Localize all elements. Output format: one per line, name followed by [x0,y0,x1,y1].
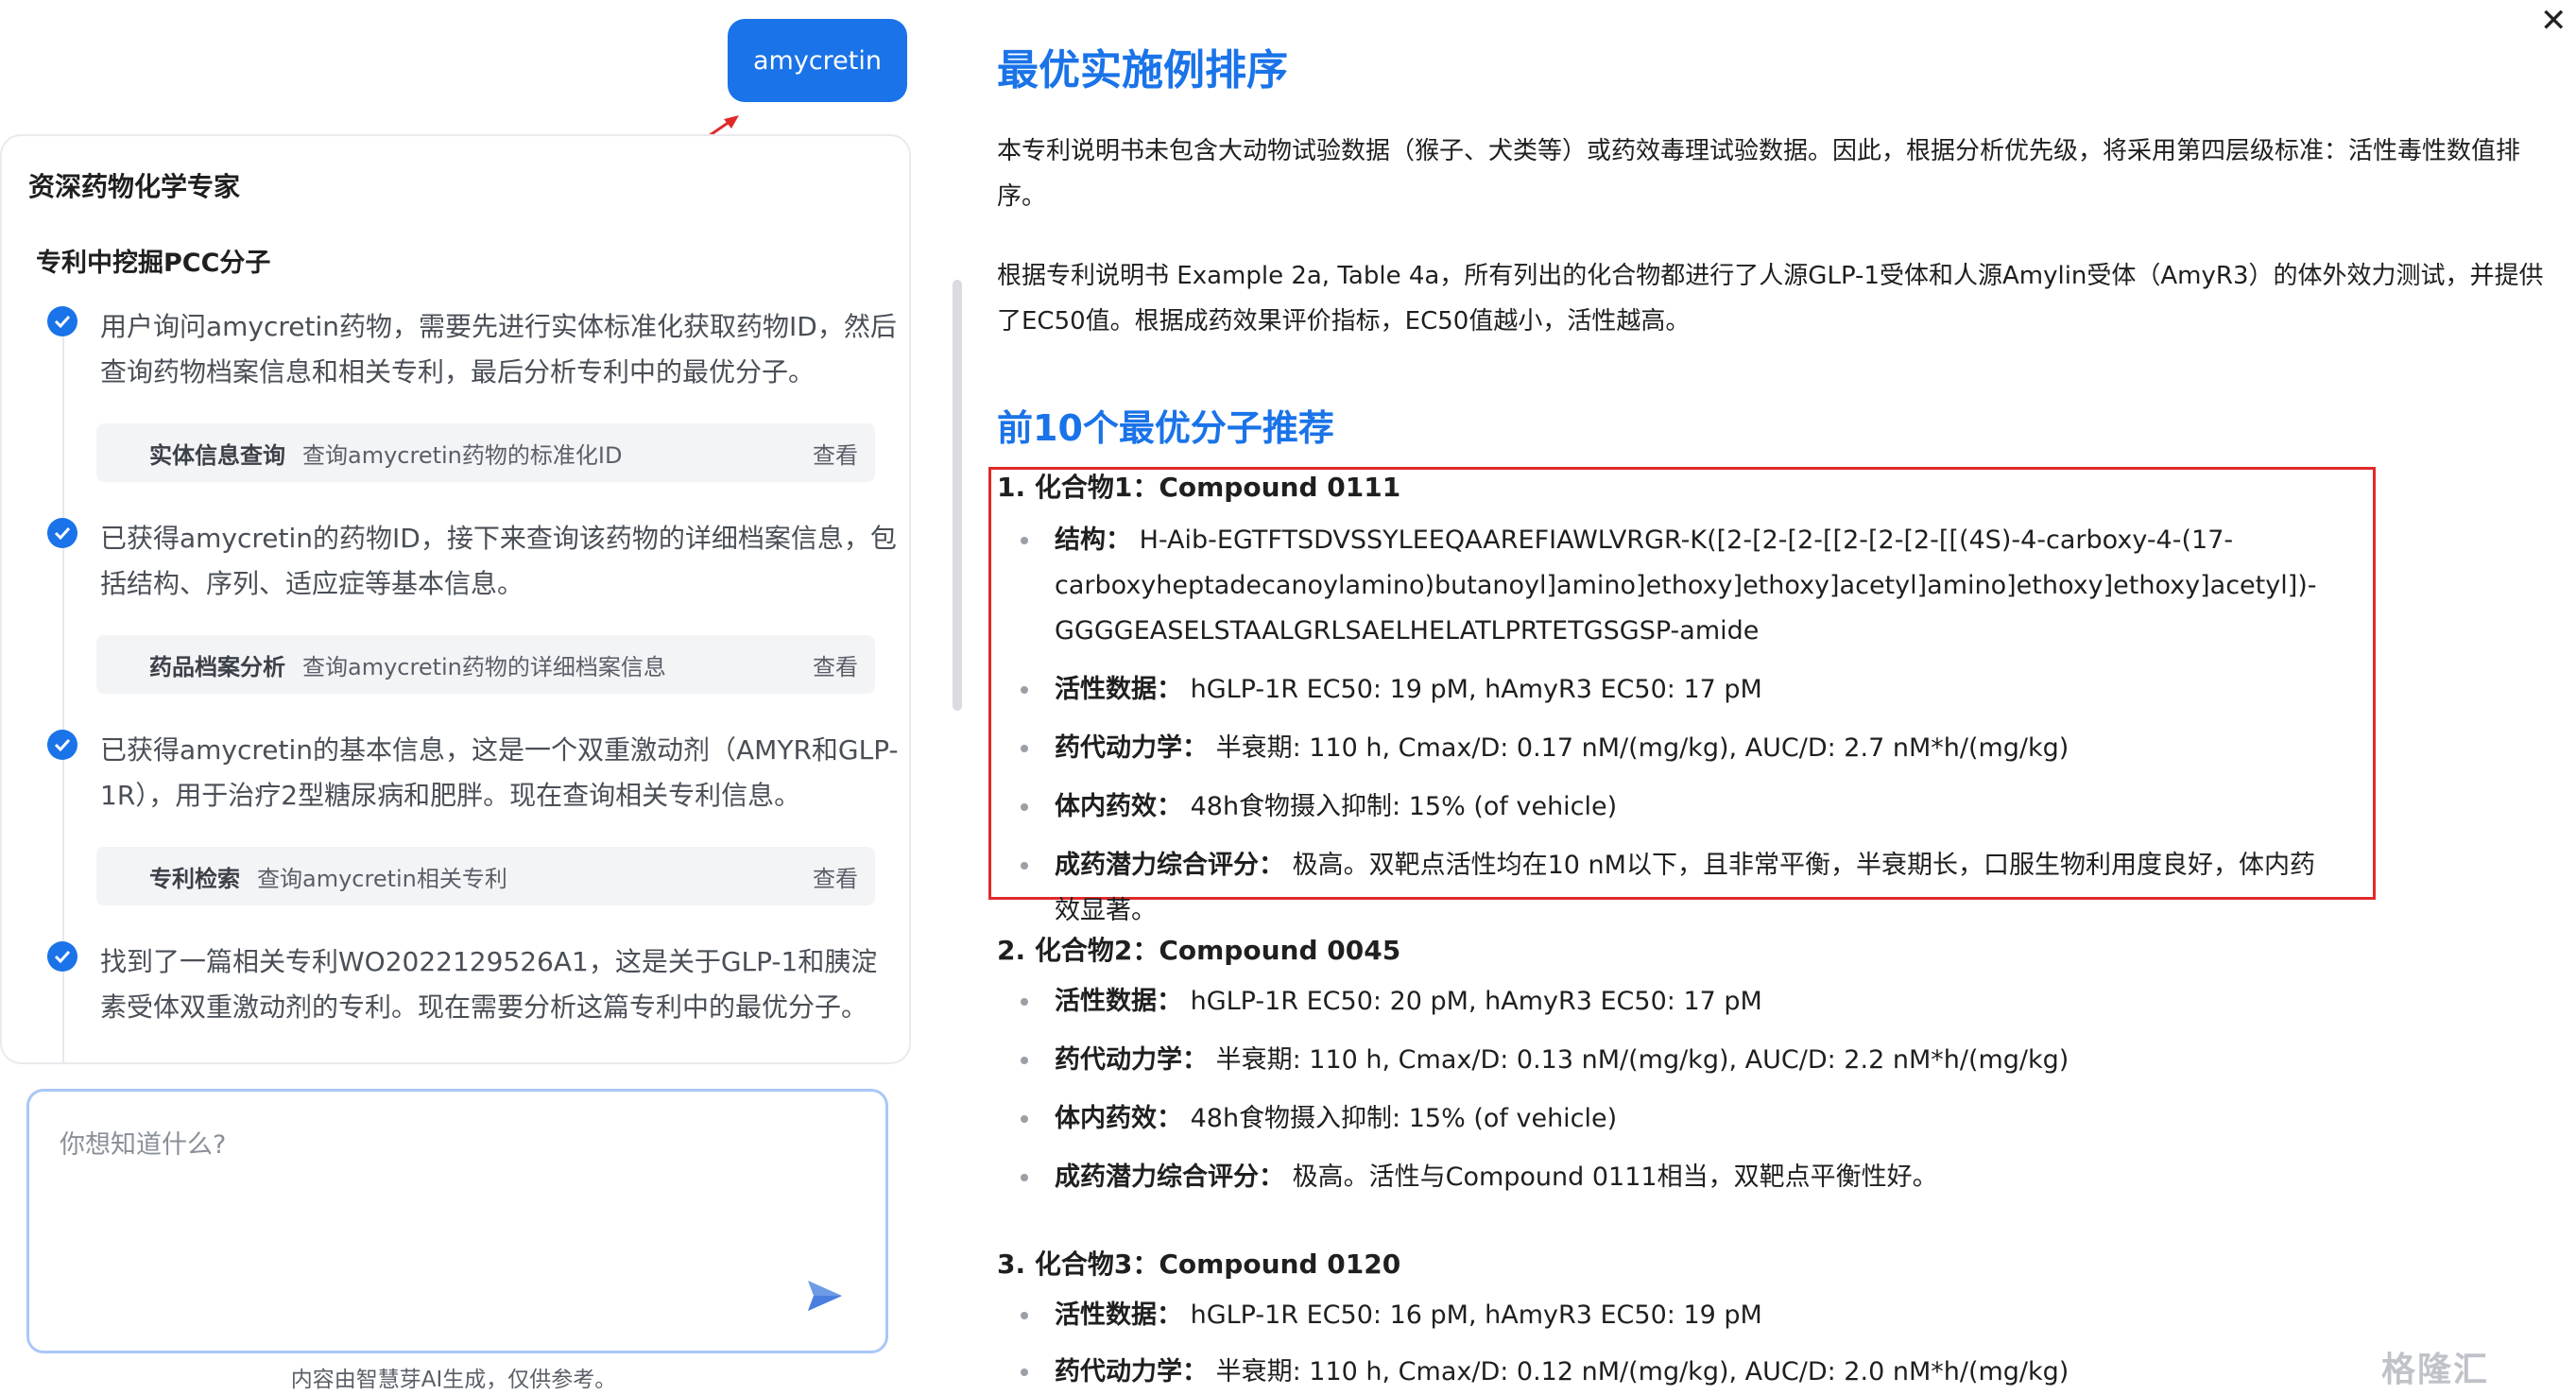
chat-input[interactable]: 你想知道什么? [26,1089,888,1353]
bullet-icon [1021,1057,1028,1064]
item-value: 48h食物摄入抑制: 15% (of vehicle) [1190,1104,1618,1133]
send-icon[interactable] [806,1279,844,1313]
check-icon [47,306,77,336]
item-value: H-Aib-EGTFTSDVSSYLEEQAAREFIAWLVRGR-K([2-… [1055,525,2317,646]
item-label: 结构： [1055,525,1131,555]
check-icon [47,518,77,548]
tool-name: 药品档案分析 [149,653,285,680]
report-title: 最优实施例排序 [997,46,1288,95]
item-label: 成药潜力综合评分： [1055,851,1284,880]
report-paragraph: 本专利说明书未包含大动物试验数据（猴子、犬类等）或药效毒理试验数据。因此，根据分… [997,137,2521,211]
item-label: 药代动力学： [1055,1357,1208,1386]
tool-name: 实体信息查询 [149,441,285,469]
step-text: 已获得amycretin的基本信息，这是一个双重激动剂（AMYR和GLP-1R）… [100,734,899,811]
check-icon [47,730,77,760]
item-label: 药代动力学： [1055,733,1208,763]
view-link[interactable]: 查看 [813,648,858,681]
bullet-icon [1021,1312,1028,1319]
item-label: 药代动力学： [1055,1045,1208,1075]
item-value: hGLP-1R EC50: 19 pM, hAmyR3 EC50: 17 pM [1190,675,1762,704]
agent-card: 资深药物化学专家 专利中挖掘PCC分子 用户询问amycretin药物，需要先进… [0,134,911,1064]
item-label: 体内药效： [1055,792,1182,821]
report-paragraph: 根据专利说明书 Example 2a, Table 4a，所有列出的化合物都进行… [997,262,2544,336]
bullet-icon [1021,1174,1028,1181]
tool-desc: 查询amycretin药物的标准化ID [302,441,623,469]
tool-call-row[interactable]: 专利检索 查询amycretin相关专利 查看 [96,847,875,905]
item-value: 48h食物摄入抑制: 15% (of vehicle) [1190,792,1618,821]
item-label: 活性数据： [1055,675,1182,704]
bullet-icon [1021,686,1028,694]
user-message-bubble: amycretin [728,19,907,102]
item-value: hGLP-1R EC50: 20 pM, hAmyR3 EC50: 17 pM [1190,987,1762,1016]
item-value: 半衰期: 110 h, Cmax/D: 0.12 nM/(mg/kg), AUC… [1215,1357,2069,1386]
item-value: hGLP-1R EC50: 16 pM, hAmyR3 EC50: 19 pM [1190,1300,1762,1330]
disclaimer: 内容由智慧芽AI生成，仅供参考。 [290,1368,617,1392]
bullet-icon [1021,745,1028,752]
item-value: 极高。活性与Compound 0111相当，双靶点平衡性好。 [1292,1162,1938,1192]
view-link[interactable]: 查看 [813,437,858,470]
check-icon [47,941,77,972]
tool-desc: 查询amycretin相关专利 [257,865,507,892]
compound-item: 结构： H-Aib-EGTFTSDVSSYLEEQAAREFIAWLVRGR-K… [1021,518,2325,654]
task-title: 专利中挖掘PCC分子 [36,249,271,278]
compound-title: 1. 化合物1：Compound 0111 [997,472,1401,503]
close-icon[interactable]: ✕ [2540,2,2567,40]
item-label: 活性数据： [1055,987,1182,1016]
compound-title: 3. 化合物3：Compound 0120 [997,1249,1401,1280]
chat-panel: amycretin 资深药物化学专家 专利中挖掘PCC分子 用户询问amycre… [0,0,962,1395]
input-placeholder: 你想知道什么? [60,1130,227,1160]
user-message-text: amycretin [753,45,882,76]
bullet-icon [1021,1115,1028,1123]
compound-title: 2. 化合物2：Compound 0045 [997,935,1401,966]
item-label: 体内药效： [1055,1104,1182,1133]
view-link[interactable]: 查看 [813,860,858,893]
report-subtitle: 前10个最优分子推荐 [997,407,1334,449]
tool-call-row[interactable]: 药品档案分析 查询amycretin药物的详细档案信息 查看 [96,635,875,694]
step-text: 用户询问amycretin药物，需要先进行实体标准化获取药物ID，然后查询药物档… [100,311,897,388]
tool-call-row[interactable]: 实体信息查询 查询amycretin药物的标准化ID 查看 [96,423,875,482]
agent-title: 资深药物化学专家 [28,171,241,202]
item-value: 半衰期: 110 h, Cmax/D: 0.13 nM/(mg/kg), AUC… [1215,1045,2069,1075]
step-text: 找到了一篇相关专利WO2022129526A1，这是关于GLP-1和胰淀素受体双… [100,946,878,1023]
tool-name: 专利检索 [149,865,240,892]
bullet-icon [1021,537,1028,544]
tool-desc: 查询amycretin药物的详细档案信息 [302,653,666,680]
step-text: 已获得amycretin的药物ID，接下来查询该药物的详细档案信息，包括结构、序… [100,523,897,599]
bullet-icon [1021,862,1028,870]
item-value: 半衰期: 110 h, Cmax/D: 0.17 nM/(mg/kg), AUC… [1215,733,2069,763]
item-label: 活性数据： [1055,1300,1182,1330]
item-label: 成药潜力综合评分： [1055,1162,1284,1192]
bullet-icon [1021,803,1028,811]
bullet-icon [1021,998,1028,1006]
bullet-icon [1021,1369,1028,1376]
chat-scrollbar[interactable] [953,280,962,711]
watermark-logo: 格隆汇 [2381,1351,2490,1389]
